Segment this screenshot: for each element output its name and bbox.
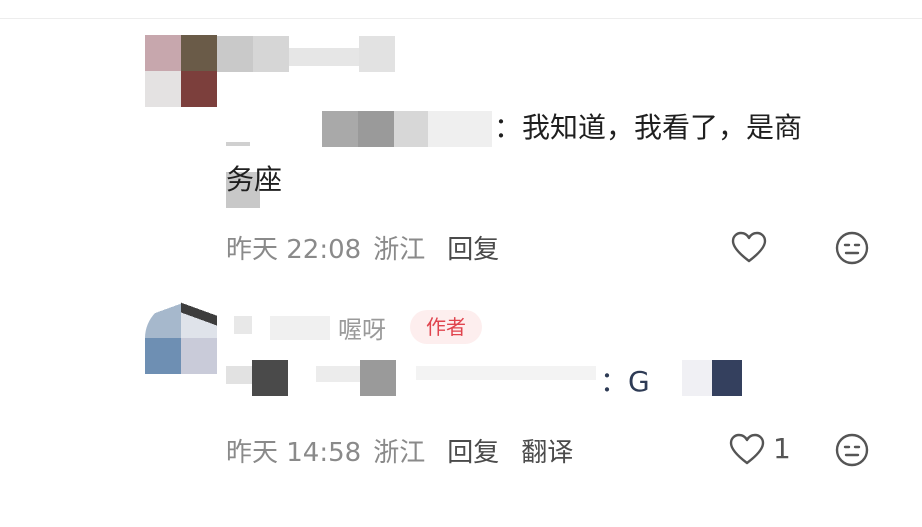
reply-button[interactable]: 回复: [447, 229, 499, 266]
location: 浙江: [373, 438, 426, 468]
timestamp: 昨天 14:58: [226, 438, 362, 468]
redacted-text: [316, 366, 360, 382]
username-text: 喔呀: [338, 316, 386, 344]
comment-text-line2: 务座: [226, 163, 283, 196]
heart-icon[interactable]: [727, 430, 767, 470]
redacted-text: [252, 360, 288, 396]
author-badge: 作者: [410, 310, 482, 344]
reply-button[interactable]: 回复: [447, 432, 499, 469]
username[interactable]: 喔呀: [230, 310, 410, 350]
location: 浙江: [373, 235, 426, 265]
timestamp: 昨天 22:08: [226, 235, 362, 265]
comment-meta: 昨天 22:08 浙江 回复: [226, 229, 499, 266]
redacted-text: [416, 366, 596, 380]
emoji-icon[interactable]: [832, 228, 872, 268]
avatar-mosaic: [145, 302, 217, 374]
emoji-icon[interactable]: [832, 430, 872, 470]
comment-text: ：G: [600, 365, 650, 398]
comment-text: ：我知道，我看了，是商: [494, 111, 803, 144]
redacted-text: [226, 366, 252, 384]
comment-meta: 昨天 14:58 浙江 回复 翻译: [226, 432, 573, 469]
redacted-text: [652, 360, 742, 396]
avatar[interactable]: [145, 302, 217, 374]
comment-item: ：我知道，我看了，是商 务座 昨天 22:08 浙江 回复: [0, 0, 922, 280]
redacted-text: [322, 111, 492, 147]
heart-icon[interactable]: [729, 228, 769, 268]
like-count: 1: [773, 432, 791, 465]
redacted-text: [226, 111, 286, 208]
redacted-text: [360, 360, 396, 396]
comment-body: ：我知道，我看了，是商 务座: [226, 102, 886, 208]
translate-button[interactable]: 翻译: [521, 432, 573, 469]
avatar-mosaic: [145, 35, 217, 107]
comment-item: 喔呀 作者 ：G 昨天 14:58 浙江 回复 翻译 1: [0, 280, 922, 527]
avatar[interactable]: [145, 35, 217, 107]
username-blur[interactable]: [217, 36, 397, 72]
comment-body: ：G: [226, 360, 826, 400]
